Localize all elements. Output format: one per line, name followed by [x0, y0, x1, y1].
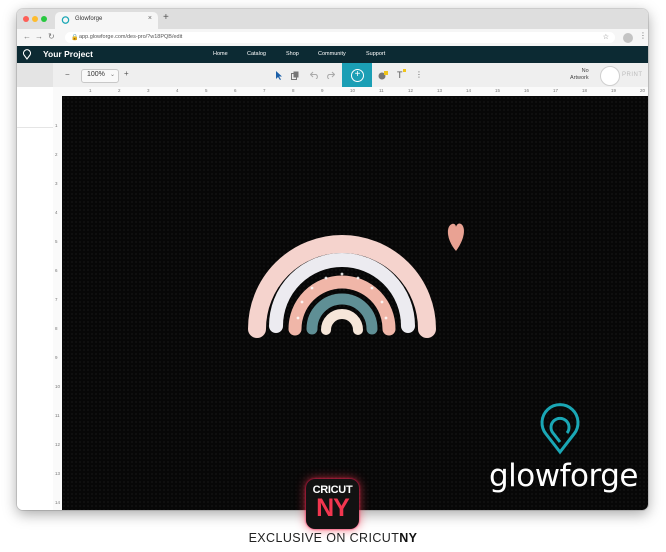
- app-header: Your Project Home Catalog Shop Community…: [17, 46, 648, 63]
- caption-bold: NY: [399, 531, 418, 545]
- rainbow-artwork[interactable]: [62, 96, 648, 510]
- ruler-tick-label: 3: [147, 88, 150, 93]
- browser-menu-icon[interactable]: ⋮: [639, 31, 647, 40]
- ruler-tick-label: 11: [379, 88, 384, 93]
- ruler-tick-label: 8: [292, 88, 295, 93]
- undo-icon[interactable]: [310, 71, 319, 79]
- ruler-tick-label: 13: [437, 88, 443, 93]
- select-cursor-icon[interactable]: [275, 71, 283, 80]
- editor-toolbar: − 100% ⌄ + + T ⋮ No Artwork PRINT: [17, 63, 648, 88]
- ruler-tick-label: 13: [55, 471, 61, 476]
- profile-avatar[interactable]: [623, 33, 633, 43]
- print-label[interactable]: PRINT: [622, 72, 643, 78]
- left-panel: [17, 87, 54, 510]
- cricut-ny-badge: CRICUT NY: [306, 479, 359, 529]
- forward-button[interactable]: →: [35, 32, 43, 42]
- text-tool-icon[interactable]: T: [397, 70, 403, 80]
- zoom-select[interactable]: 100% ⌄: [81, 69, 119, 83]
- glowforge-brand-logo-icon: [540, 403, 580, 455]
- ruler-tick-label: 18: [582, 88, 588, 93]
- glowforge-wordmark: glowforge: [489, 458, 638, 494]
- back-button[interactable]: ←: [23, 32, 31, 42]
- lock-icon: 🔒: [71, 35, 79, 41]
- nav-catalog[interactable]: Catalog: [247, 51, 266, 57]
- ruler-tick-label: 3: [55, 181, 58, 186]
- ruler-tick-label: 4: [176, 88, 179, 93]
- ruler-tick-label: 4: [55, 210, 58, 215]
- ruler-tick-label: 7: [55, 297, 58, 302]
- close-window-button[interactable]: [23, 16, 29, 22]
- nav-home[interactable]: Home: [213, 51, 228, 57]
- ruler-tick-label: 6: [55, 268, 58, 273]
- ruler-tick-label: 20: [640, 88, 646, 93]
- ruler-tick-label: 8: [55, 326, 58, 331]
- redo-icon[interactable]: [326, 71, 335, 79]
- ruler-tick-label: 10: [350, 88, 356, 93]
- ruler-tick-label: 16: [524, 88, 530, 93]
- project-title[interactable]: Your Project: [43, 49, 93, 59]
- shapes-icon[interactable]: [378, 70, 389, 80]
- ruler-tick-label: 12: [408, 88, 414, 93]
- exclusive-caption: EXCLUSIVE ON CRICUTNY: [0, 531, 666, 545]
- minimize-window-button[interactable]: [32, 16, 38, 22]
- toolbar-left-panel: [17, 63, 53, 87]
- inner-arc: [321, 309, 363, 335]
- ruler-tick-label: 1: [55, 123, 58, 128]
- url-field[interactable]: 🔒 app.glowforge.com/des-pro/?w18PQB/edit…: [65, 32, 615, 43]
- text-tool-badge: [403, 69, 406, 72]
- browser-tab[interactable]: Glowforge ×: [55, 12, 158, 29]
- no-artwork-status: No Artwork: [570, 68, 589, 82]
- browser-window: Glowforge × + ← → ↻ 🔒 app.glowforge.com/…: [17, 9, 648, 510]
- ruler-tick-label: 5: [55, 239, 58, 244]
- print-button[interactable]: [600, 66, 620, 86]
- ruler-tick-label: 14: [55, 500, 61, 505]
- glowforge-logo-icon[interactable]: [22, 49, 32, 60]
- zoom-value: 100%: [87, 71, 105, 78]
- ruler-tick-label: 19: [611, 88, 617, 93]
- reload-button[interactable]: ↻: [48, 32, 55, 42]
- more-options-icon[interactable]: ⋮: [415, 70, 423, 79]
- no-artwork-line1: No: [581, 68, 589, 74]
- ruler-tick-label: 5: [205, 88, 208, 93]
- ruler-tick-label: 12: [55, 442, 61, 447]
- caption-prefix: EXCLUSIVE ON CRICUT: [248, 531, 400, 545]
- ruler-tick-label: 15: [495, 88, 501, 93]
- ruler-tick-label: 6: [234, 88, 237, 93]
- left-panel-divider: [17, 127, 53, 128]
- tab-close-icon[interactable]: ×: [148, 15, 152, 22]
- zoom-in-button[interactable]: +: [124, 69, 129, 78]
- nav-shop[interactable]: Shop: [286, 51, 299, 57]
- zoom-out-button[interactable]: −: [65, 70, 70, 79]
- ruler-tick-label: 11: [55, 413, 60, 418]
- new-tab-button[interactable]: +: [163, 12, 169, 23]
- add-artwork-button[interactable]: +: [342, 63, 372, 87]
- nav-support[interactable]: Support: [366, 51, 385, 57]
- url-text[interactable]: app.glowforge.com/des-pro/?w18PQB/edit: [79, 34, 182, 40]
- browser-tab-strip: Glowforge × +: [17, 9, 648, 29]
- ruler-tick-label: 7: [263, 88, 266, 93]
- address-bar: ← → ↻ 🔒 app.glowforge.com/des-pro/?w18PQ…: [17, 29, 648, 47]
- badge-bottom-text: NY: [316, 494, 350, 522]
- copy-icon[interactable]: [291, 71, 299, 80]
- maximize-window-button[interactable]: [41, 16, 47, 22]
- ruler-tick-label: 17: [553, 88, 559, 93]
- ruler-tick-label: 10: [55, 384, 61, 389]
- chevron-down-icon: ⌄: [110, 72, 116, 78]
- ruler-tick-label: 9: [55, 355, 58, 360]
- design-canvas[interactable]: [62, 96, 648, 510]
- glowforge-favicon-icon: [61, 16, 70, 24]
- ruler-tick-label: 14: [466, 88, 472, 93]
- ruler-tick-label: 1: [89, 88, 92, 93]
- no-artwork-line2: Artwork: [570, 75, 589, 81]
- ruler-tick-label: 2: [118, 88, 121, 93]
- tab-title: Glowforge: [75, 16, 103, 22]
- ruler-tick-label: 9: [321, 88, 324, 93]
- bookmark-star-icon[interactable]: ☆: [603, 33, 609, 41]
- add-icon: +: [351, 69, 364, 82]
- heart-shape: [447, 223, 464, 251]
- ruler-tick-label: 2: [55, 152, 58, 157]
- nav-community[interactable]: Community: [318, 51, 346, 57]
